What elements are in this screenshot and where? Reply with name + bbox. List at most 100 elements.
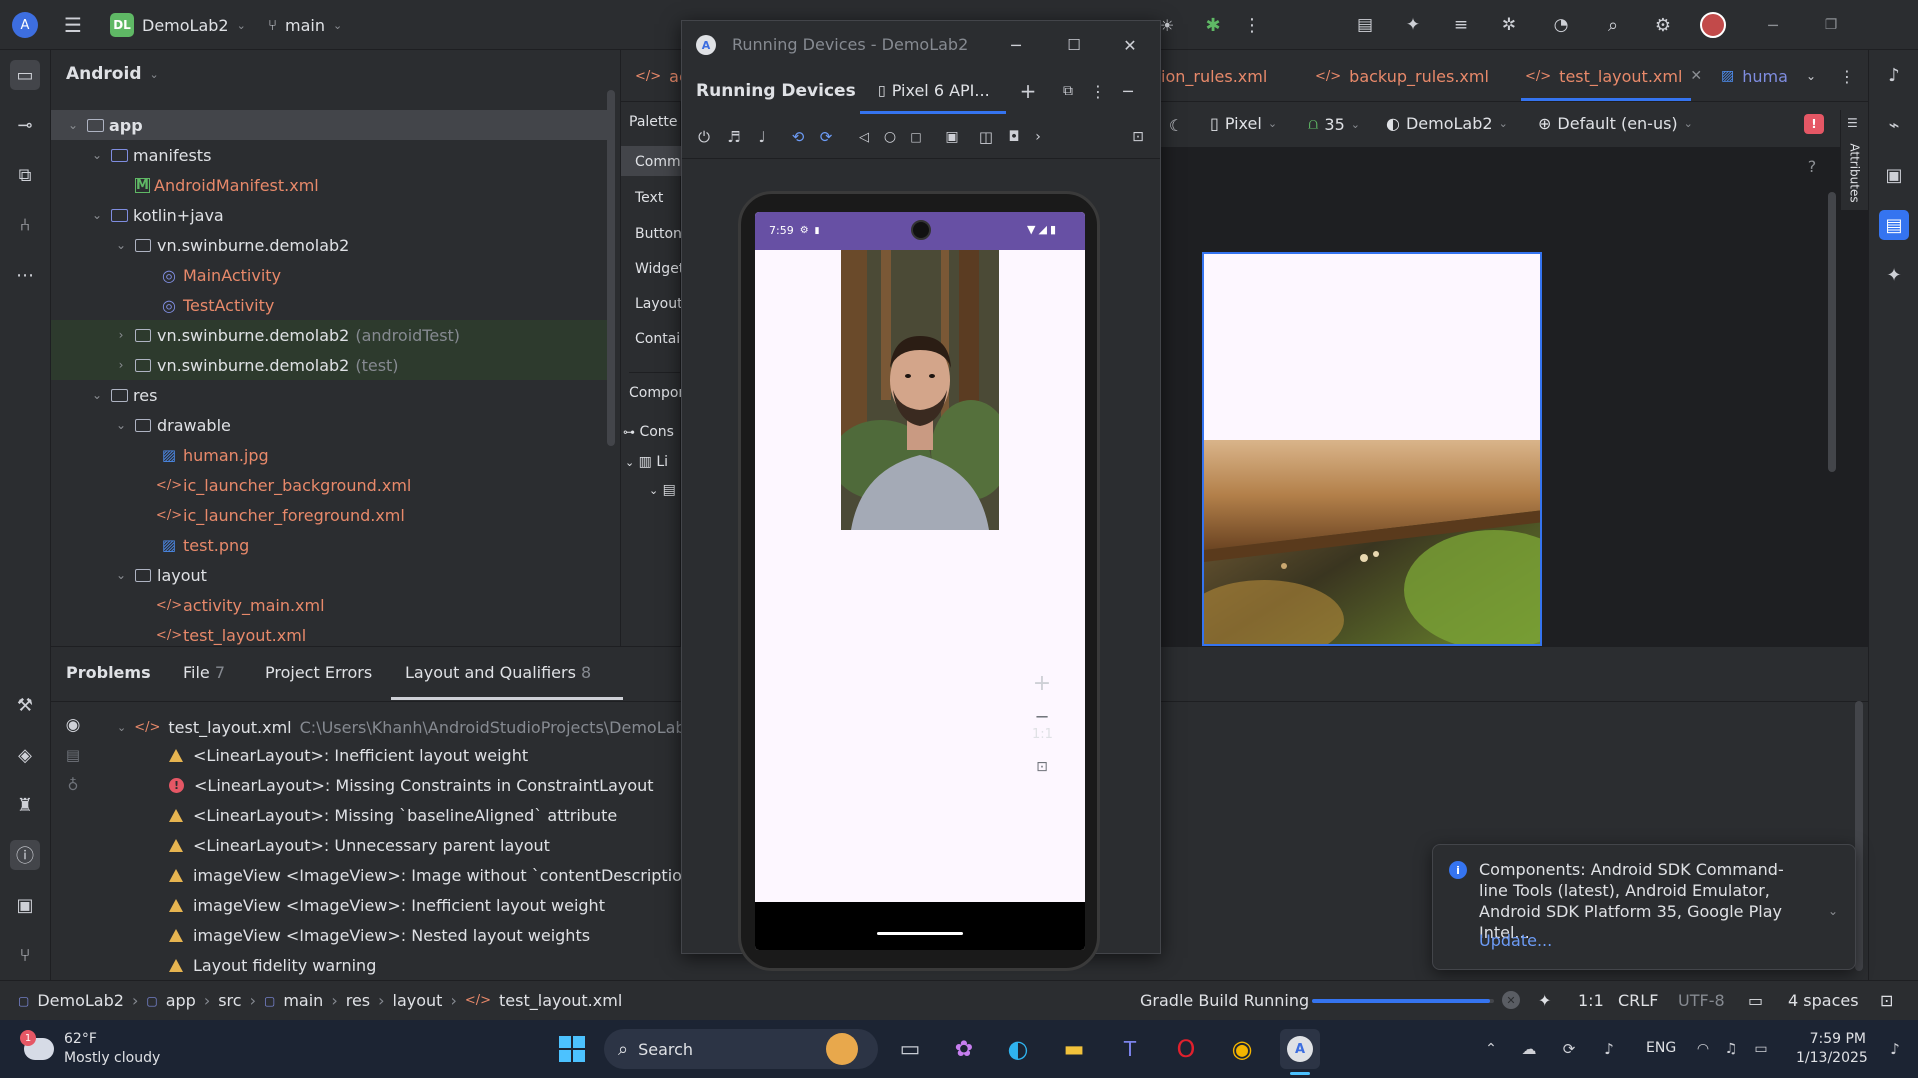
extended-controls-icon[interactable]: ⊡ bbox=[1126, 125, 1150, 149]
tab-file[interactable]: File 7 bbox=[183, 663, 225, 682]
chevron-down-icon[interactable]: ⌄ bbox=[1823, 901, 1843, 921]
gesture-handle[interactable] bbox=[877, 932, 963, 935]
device-selector[interactable]: ▯ Pixel ⌄ bbox=[1210, 114, 1277, 133]
notification-bell-icon[interactable]: ♪ bbox=[1884, 1038, 1906, 1060]
tree-row-human-jpg[interactable]: ▨ human.jpg bbox=[51, 440, 611, 470]
file-encoding[interactable]: UTF-8 bbox=[1678, 991, 1725, 1010]
tree-row-drawable[interactable]: ⌄ drawable bbox=[51, 410, 611, 440]
minimize-icon[interactable]: ─ bbox=[1760, 12, 1786, 38]
tree-scrollbar[interactable] bbox=[607, 90, 615, 446]
palette-item[interactable]: Layout bbox=[635, 296, 683, 312]
more-actions-icon[interactable]: ⋮ bbox=[1839, 64, 1855, 88]
zoom-fit-icon[interactable]: ⊡ bbox=[1028, 753, 1056, 781]
debug-icon[interactable]: ✱ bbox=[1200, 12, 1226, 38]
palette-item[interactable]: Contair bbox=[635, 331, 686, 347]
layout-icon[interactable]: ⧉ bbox=[1056, 79, 1080, 103]
copilot-icon[interactable]: ✿ bbox=[944, 1029, 984, 1069]
breadcrumb-item[interactable]: layout bbox=[393, 991, 443, 1010]
zoom-actual-size[interactable]: 1:1 bbox=[1032, 727, 1053, 742]
app-inspection-icon[interactable]: ✲ bbox=[1496, 12, 1522, 38]
tab-human-jpg[interactable]: ▨ huma bbox=[1721, 64, 1788, 88]
hide-panel-icon[interactable]: ─ bbox=[1116, 79, 1140, 103]
device-explorer-icon[interactable]: ▣ bbox=[1879, 160, 1909, 190]
tab-data-extraction-rules[interactable]: ion_rules.xml bbox=[1161, 64, 1267, 88]
opera-icon[interactable]: O bbox=[1166, 1029, 1206, 1069]
night-mode-icon[interactable]: ☾ bbox=[1164, 113, 1188, 137]
logcat-icon[interactable]: ≡ bbox=[1448, 12, 1474, 38]
tab-project-errors[interactable]: Project Errors bbox=[265, 663, 372, 682]
breadcrumb-item[interactable]: main bbox=[283, 991, 323, 1010]
tree-row-ic-launcher-background[interactable]: </> ic_launcher_background.xml bbox=[51, 470, 611, 500]
profiler-icon[interactable]: ◔ bbox=[1548, 12, 1574, 38]
file-explorer-icon[interactable]: ▬ bbox=[1054, 1029, 1094, 1069]
chevron-up-icon[interactable]: ⌃ bbox=[1480, 1038, 1502, 1060]
build-icon[interactable]: ⚒ bbox=[10, 690, 40, 720]
tree-row-testactivity[interactable]: ◎ TestActivity bbox=[51, 290, 611, 320]
project-view-selector[interactable]: Android ⌄ bbox=[66, 64, 159, 84]
tab-layout-qualifiers[interactable]: Layout and Qualifiers 8 bbox=[405, 663, 591, 682]
tab-activity-main[interactable]: </> ac bbox=[635, 64, 688, 88]
breadcrumb-item[interactable]: app bbox=[166, 991, 196, 1010]
tab-backup-rules[interactable]: </> backup_rules.xml bbox=[1315, 64, 1489, 88]
input-language[interactable]: ENG bbox=[1646, 1040, 1676, 1056]
problems-icon[interactable]: ⓘ bbox=[10, 840, 40, 870]
breadcrumb-item[interactable]: test_layout.xml bbox=[499, 991, 622, 1010]
fold-icon[interactable]: ▣ bbox=[940, 125, 964, 149]
zoom-in-icon[interactable]: + bbox=[1028, 669, 1056, 697]
problem-item[interactable]: <LinearLayout>: Missing `baselineAligned… bbox=[169, 801, 617, 829]
wifi-icon[interactable]: ◠ bbox=[1692, 1038, 1714, 1060]
problem-item[interactable]: imageView <ImageView>: Image without `co… bbox=[169, 861, 700, 889]
breadcrumb-item[interactable]: DemoLab2 bbox=[37, 991, 124, 1010]
settings-gear-icon[interactable]: ⚙ bbox=[1650, 12, 1676, 38]
readonly-icon[interactable]: ▭ bbox=[1748, 991, 1763, 1010]
resource-manager-icon[interactable]: ⧉ bbox=[10, 160, 40, 190]
more-actions-icon[interactable]: ⋮ bbox=[1086, 79, 1110, 103]
power-icon[interactable]: ⏻ bbox=[692, 125, 716, 149]
canvas-scrollbar[interactable] bbox=[1828, 192, 1836, 472]
problem-item[interactable]: Layout fidelity warning bbox=[169, 951, 376, 979]
caret-position[interactable]: 1:1 bbox=[1578, 991, 1604, 1010]
minimize-icon[interactable]: ─ bbox=[1004, 33, 1028, 57]
tree-row-package-androidtest[interactable]: › vn.swinburne.demolab2 (androidTest) bbox=[51, 320, 611, 350]
gemini-sparkle-icon[interactable]: ✦ bbox=[1879, 260, 1909, 290]
problem-item[interactable]: ! <LinearLayout>: Missing Constraints in … bbox=[169, 771, 654, 799]
component-tree-item[interactable]: ⊶ Cons bbox=[623, 424, 674, 440]
tree-row-app[interactable]: ⌄ app bbox=[51, 110, 611, 140]
tree-row-activity-main[interactable]: </> activity_main.xml bbox=[51, 590, 611, 620]
volume-up-icon[interactable]: ♬ bbox=[722, 125, 746, 149]
device-manager-icon[interactable]: ▤ bbox=[1352, 12, 1378, 38]
running-devices-icon[interactable]: ▤ bbox=[1879, 210, 1909, 240]
line-separator[interactable]: CRLF bbox=[1618, 991, 1658, 1010]
more-actions-icon[interactable]: ⋮ bbox=[1242, 12, 1262, 38]
close-tab-icon[interactable]: ✕ bbox=[1690, 68, 1702, 84]
overview-icon[interactable]: □ bbox=[904, 125, 928, 149]
tree-row-manifest-file[interactable]: M AndroidManifest.xml bbox=[51, 170, 611, 200]
gemini-icon[interactable]: ✦ bbox=[1400, 12, 1426, 38]
breadcrumb-item[interactable]: res bbox=[346, 991, 370, 1010]
project-folder-icon[interactable]: ▭ bbox=[10, 60, 40, 90]
back-icon[interactable]: ◁ bbox=[852, 125, 876, 149]
problem-item[interactable]: <LinearLayout>: Inefficient layout weigh… bbox=[169, 741, 528, 769]
rotate-left-icon[interactable]: ⟲ bbox=[786, 125, 810, 149]
teams-icon[interactable]: T bbox=[1110, 1029, 1150, 1069]
help-icon[interactable]: ? bbox=[1802, 156, 1822, 176]
home-icon[interactable]: ○ bbox=[878, 125, 902, 149]
close-icon[interactable]: ✕ bbox=[1118, 33, 1142, 57]
tree-row-res[interactable]: ⌄ res bbox=[51, 380, 611, 410]
cancel-build-icon[interactable]: ✕ bbox=[1502, 991, 1520, 1009]
tree-row-ic-launcher-foreground[interactable]: </> ic_launcher_foreground.xml bbox=[51, 500, 611, 530]
onedrive-cloud-icon[interactable]: ☁ bbox=[1518, 1038, 1540, 1060]
attributes-side-tab[interactable]: ☰ Attributes bbox=[1840, 110, 1868, 210]
sync-icon[interactable]: ⟳ bbox=[1558, 1038, 1580, 1060]
build-task-label[interactable]: Gradle Build Running bbox=[1140, 991, 1309, 1010]
tree-row-mainactivity[interactable]: ◎ MainActivity bbox=[51, 260, 611, 290]
breadcrumb-item[interactable]: src bbox=[218, 991, 241, 1010]
gemini-sparkle-icon[interactable]: ✦ bbox=[1538, 991, 1551, 1010]
theme-selector[interactable]: ◐ DemoLab2 ⌄ bbox=[1386, 114, 1508, 133]
update-link[interactable]: Update... bbox=[1479, 931, 1552, 950]
maximize-icon[interactable]: ☐ bbox=[1062, 33, 1086, 57]
git-icon[interactable]: ⑂ bbox=[10, 940, 40, 970]
component-tree-item[interactable]: ⌄ ▥ Li bbox=[625, 454, 668, 470]
screen-record-icon[interactable]: ◘ bbox=[1002, 125, 1026, 149]
preview-icon[interactable]: ▤ bbox=[61, 743, 85, 767]
